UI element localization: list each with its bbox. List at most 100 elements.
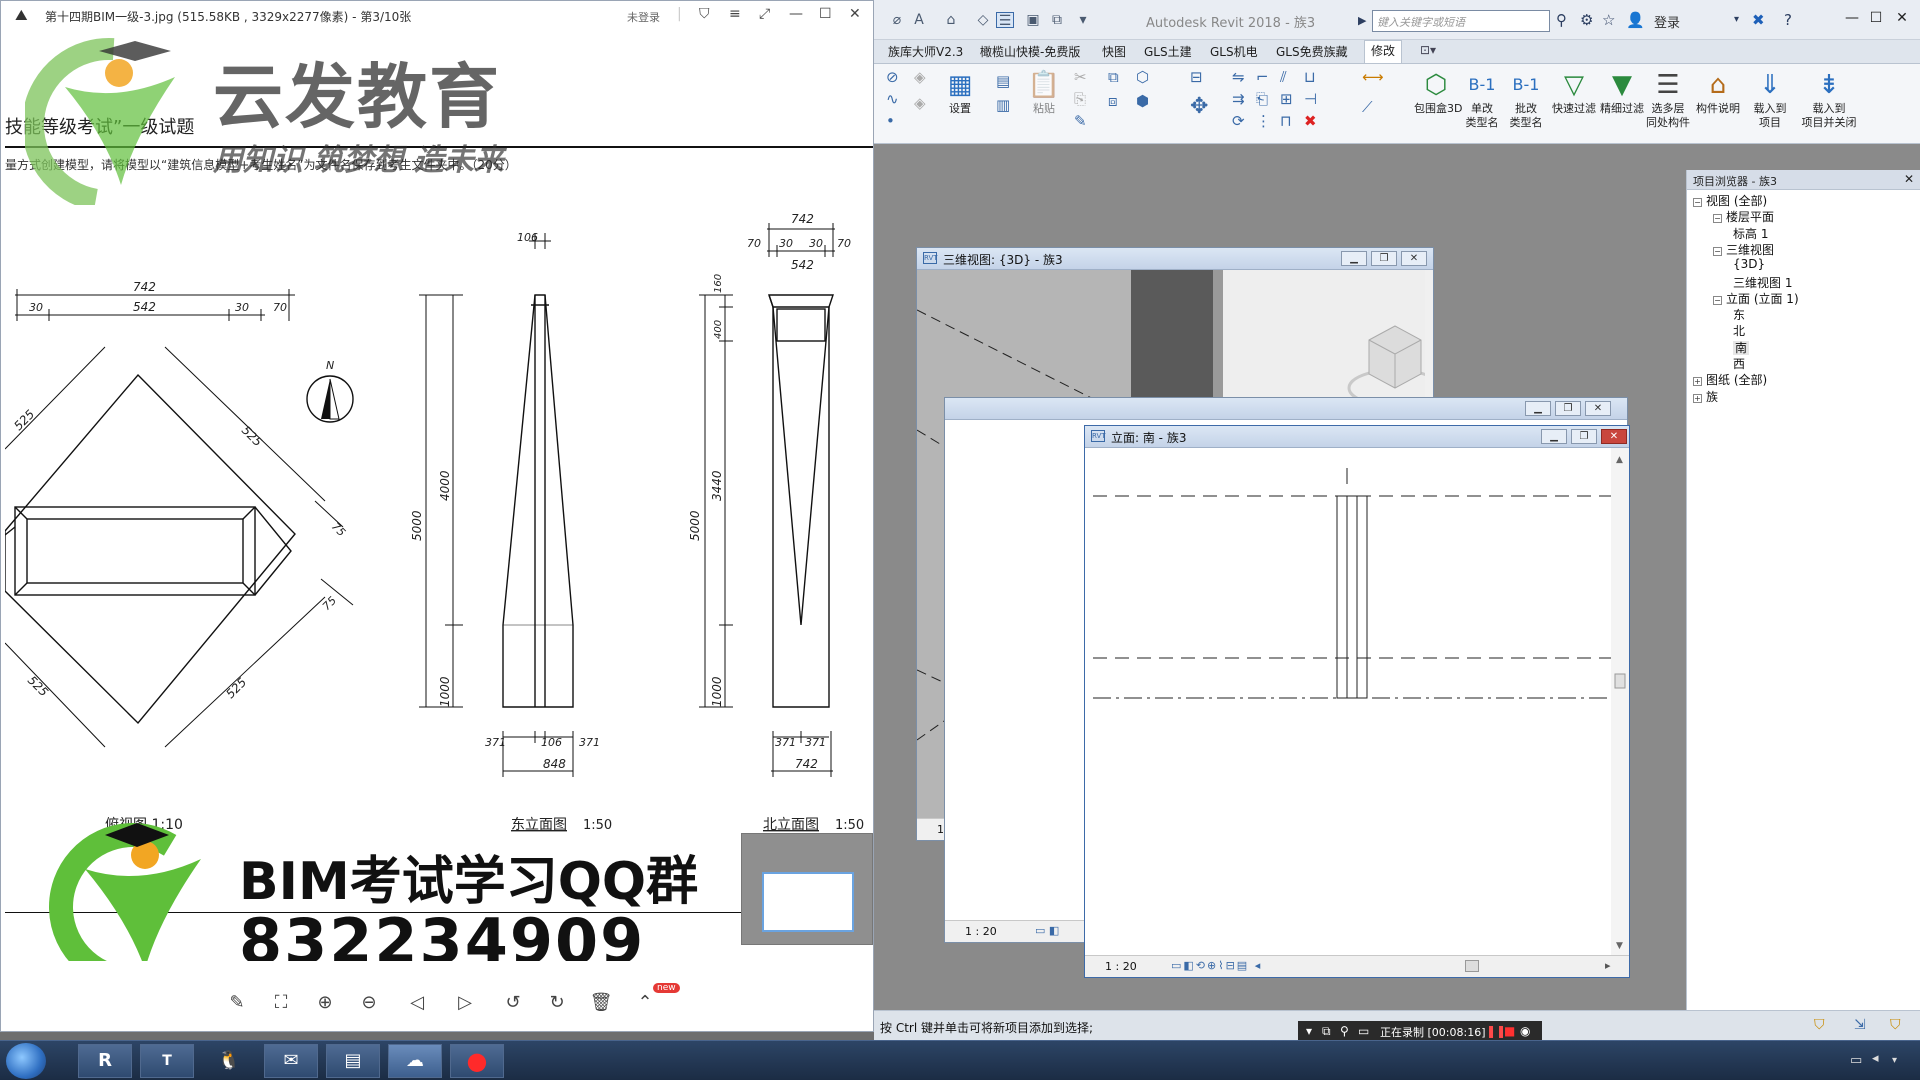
start-button[interactable]	[6, 1043, 46, 1079]
tab-gls-free[interactable]: GLS免费族藏	[1276, 43, 1348, 60]
tab-ganlanshan[interactable]: 橄榄山快模-免费版	[980, 43, 1080, 60]
drawing-area[interactable]: RVT 三维视图: {3D} - 族3 ▁ ❐ ✕ 1 ▁ ❐ ✕ 1: 20…	[874, 145, 1686, 1015]
text-icon[interactable]: A	[910, 12, 928, 28]
tree-item[interactable]: − 楼层平面	[1713, 208, 1774, 225]
tab-zuku[interactable]: 族库大师V2.3	[888, 43, 963, 60]
elevation-titlebar[interactable]: RVT 立面: 南 - 族3 ▁ ❐ ✕	[1085, 426, 1629, 448]
rec-stop-icon[interactable]: ■	[1504, 1024, 1515, 1038]
align-icon[interactable]: ⊟	[1190, 68, 1203, 86]
status-filter2-icon[interactable]: ⛉	[1890, 1017, 1901, 1033]
thin-lines-icon[interactable]: ☰	[996, 12, 1014, 29]
tree-item[interactable]: + 族	[1693, 388, 1718, 405]
tab-gls-jidian[interactable]: GLS机电	[1210, 43, 1258, 60]
prev-image-icon[interactable]: ◁	[405, 991, 429, 1015]
edit-icon[interactable]: ✎	[225, 991, 249, 1015]
rotate-icon[interactable]: ⟳	[1232, 112, 1245, 130]
viewer-skin-icon[interactable]: ⛉	[699, 6, 710, 22]
copy-element-icon[interactable]: ⎗	[1256, 90, 1268, 108]
viewer-close-button[interactable]: ✕	[849, 6, 861, 22]
collapse-icon[interactable]: −	[1713, 246, 1722, 256]
tray-expand-icon[interactable]: ▾	[1892, 1055, 1897, 1066]
project-browser-header[interactable]: 项目浏览器 - 族3 ✕	[1687, 170, 1920, 190]
viewlevel-close[interactable]: ✕	[1585, 401, 1611, 416]
scale-icon[interactable]: ⊞	[1280, 90, 1293, 108]
ribbon-multi-level-button[interactable]: ☰ 选多层 同处构件	[1646, 66, 1690, 140]
rec-menu-icon[interactable]: ▾	[1306, 1024, 1312, 1038]
status-select-icon[interactable]: ⇲	[1854, 1017, 1866, 1033]
close-hidden-icon[interactable]: ▣	[1024, 12, 1042, 28]
minimize-button[interactable]: —	[1840, 10, 1864, 30]
rec-camera-icon[interactable]: ◉	[1520, 1024, 1530, 1038]
tree-item[interactable]: 西	[1733, 355, 1745, 372]
tree-item[interactable]: 标高 1	[1733, 225, 1768, 242]
elevation-scale[interactable]: 1 : 20	[1105, 960, 1137, 973]
viewlevel-minimize[interactable]: ▁	[1525, 401, 1551, 416]
unpin-icon[interactable]: ⊔	[1304, 68, 1316, 86]
tray-network-icon[interactable]: ▭	[1850, 1053, 1862, 1068]
viewer-menu-icon[interactable]: ≡	[729, 6, 741, 22]
next-image-icon[interactable]: ▷	[453, 991, 477, 1015]
taskbar-qq-icon[interactable]: 🐧	[202, 1044, 256, 1078]
taskbar-revit-icon[interactable]: R	[78, 1044, 132, 1078]
switch-windows-icon[interactable]: ⧉	[1048, 12, 1066, 28]
star-icon[interactable]: ☆	[1602, 11, 1615, 29]
expand-icon[interactable]: +	[1693, 377, 1702, 387]
taskbar-mail-icon[interactable]: ✉	[264, 1044, 318, 1078]
qat-dropdown-icon[interactable]: ▾	[1074, 12, 1092, 28]
cube-icon[interactable]: ⬡	[1136, 68, 1149, 86]
trim-icon[interactable]: ⌐	[1256, 68, 1269, 86]
tree-item[interactable]: 北	[1733, 322, 1745, 339]
array-icon[interactable]: ⋮	[1256, 112, 1271, 130]
void-icon[interactable]: ⬢	[1136, 92, 1149, 110]
maximize-button[interactable]: ☐	[1864, 10, 1888, 30]
tree-item[interactable]: − 立面 (立面 1)	[1713, 290, 1799, 307]
tag-icon[interactable]: ◇	[974, 12, 992, 28]
close-button[interactable]: ✕	[1890, 10, 1914, 30]
workplane-icon[interactable]: ▤	[996, 72, 1010, 90]
rec-window-icon[interactable]: ⧉	[1322, 1024, 1331, 1039]
tree-item[interactable]: − 视图 (全部)	[1693, 192, 1767, 209]
rotate-right-icon[interactable]: ↻	[545, 991, 569, 1015]
elevation-canvas[interactable]: ▲ ▼	[1085, 448, 1629, 956]
zoom-out-icon[interactable]: ⊖	[357, 991, 381, 1015]
elevation-hscroll-thumb[interactable]	[1465, 960, 1479, 972]
search-input[interactable]: 键入关键字或短语	[1372, 10, 1550, 32]
measure-icon[interactable]: ⌀	[888, 12, 906, 28]
ribbon-batch-rename-button[interactable]: B-1 批改 类型名	[1504, 66, 1548, 140]
elevation-scroll-right-icon[interactable]: ▸	[1605, 959, 1611, 972]
family-types-icon[interactable]: ◈	[914, 94, 926, 112]
ribbon-component-info-button[interactable]: ⌂ 构件说明	[1696, 66, 1740, 140]
rec-zoom-icon[interactable]: ⚲	[1340, 1024, 1349, 1038]
taskbar-cad-icon[interactable]: T	[140, 1044, 194, 1078]
match-icon[interactable]: ✎	[1074, 112, 1087, 130]
collapse-icon[interactable]: −	[1693, 198, 1702, 207]
view3d-minimize[interactable]: ▁	[1341, 251, 1367, 266]
tab-kuaitu[interactable]: 快图	[1102, 43, 1126, 60]
collapse-icon[interactable]: −	[1713, 295, 1722, 305]
elevation-minimize[interactable]: ▁	[1541, 429, 1567, 444]
delete-image-icon[interactable]: 🗑	[589, 991, 613, 1015]
login-button[interactable]: 登录	[1654, 12, 1680, 31]
dimension-icon[interactable]: ⟷	[1362, 68, 1384, 86]
chevron-right-icon[interactable]: ▶	[1358, 14, 1366, 27]
user-icon[interactable]: 👤	[1626, 11, 1645, 29]
ribbon-paste-button[interactable]: 📋 粘贴	[1022, 66, 1066, 140]
ribbon-load-close-button[interactable]: ⇟ 载入到 项目并关闭	[1800, 66, 1858, 140]
dot-icon[interactable]: •	[886, 112, 895, 130]
zoom-in-icon[interactable]: ⊕	[313, 991, 337, 1015]
pick-icon[interactable]: ∿	[886, 90, 899, 108]
view3d-restore[interactable]: ❐	[1371, 251, 1397, 266]
tree-item[interactable]: 三维视图 1	[1733, 274, 1792, 291]
elevation-controls-icon[interactable]: ▭◧⟲⊕⌇⊟▤ ◂	[1171, 959, 1262, 972]
tree-item[interactable]: 东	[1733, 306, 1745, 323]
join-icon[interactable]: ⧉	[1108, 68, 1119, 86]
exchange-icon[interactable]: ✖	[1752, 11, 1765, 29]
move-icon[interactable]: ✥	[1190, 94, 1208, 119]
ribbon-load-project-button[interactable]: ⇓ 载入到 项目	[1748, 66, 1792, 140]
view-level-controls-icon[interactable]: ▭ ◧	[1035, 924, 1059, 937]
ribbon-quick-filter-button[interactable]: ▽ 快速过滤	[1552, 66, 1596, 140]
ribbon-bbox3d-button[interactable]: ⬡ 包围盒3D	[1414, 66, 1462, 140]
tab-modify[interactable]: 修改	[1364, 40, 1403, 63]
thumbnail-viewport[interactable]	[762, 872, 854, 932]
view-level-scale[interactable]: 1 : 20	[965, 925, 997, 938]
